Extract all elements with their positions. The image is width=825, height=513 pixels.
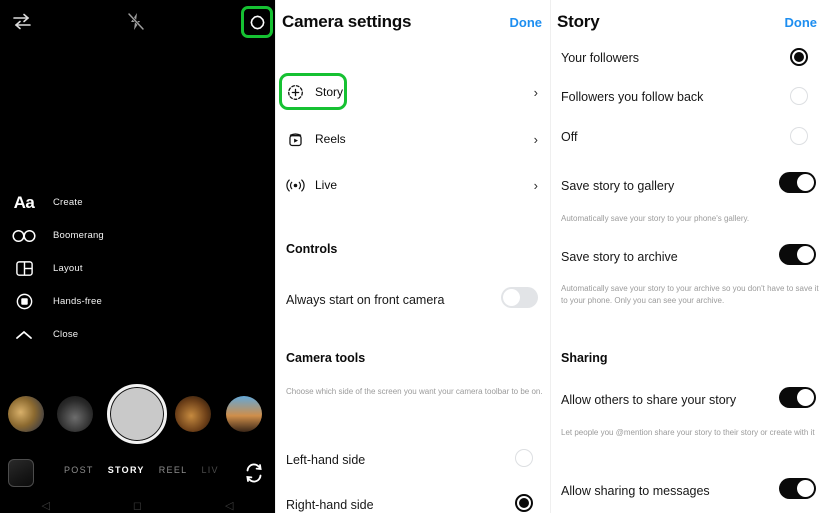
settings-row-label: Live xyxy=(315,178,338,192)
nav-hint-recents-icon: ◁ xyxy=(225,500,234,512)
flip-camera-icon[interactable] xyxy=(242,461,266,485)
camera-tool-create[interactable]: Aa Create xyxy=(0,186,150,219)
toggle-knob xyxy=(797,174,814,191)
settings-row-reels[interactable]: Reels › xyxy=(275,122,550,156)
settings-row-label: Story xyxy=(315,85,344,99)
chevron-right-icon: › xyxy=(533,131,538,147)
save-story-to-archive-label: Save story to archive xyxy=(561,250,678,264)
live-broadcast-icon xyxy=(284,177,306,194)
flash-off-icon[interactable] xyxy=(122,8,150,36)
allow-sharing-messages-label: Allow sharing to messages xyxy=(561,484,710,498)
controls-heading: Controls xyxy=(286,242,338,256)
left-hand-side-radio[interactable] xyxy=(515,449,533,467)
camera-tool-close[interactable]: Close xyxy=(0,318,150,351)
layout-icon xyxy=(8,257,40,281)
front-camera-label: Always start on front camera xyxy=(286,293,445,307)
sharing-heading: Sharing xyxy=(561,351,608,365)
page-title: Camera settings xyxy=(282,12,412,31)
right-hand-side-radio[interactable] xyxy=(515,494,533,512)
story-header: Story Done xyxy=(550,0,825,44)
nav-hint-back-icon: ◁ xyxy=(41,500,50,512)
camera-tool-label: Hands-free xyxy=(53,296,102,307)
allow-others-share-label: Allow others to share your story xyxy=(561,393,737,407)
three-panel-screenshot: Aa Create Boomerang Layout Hands-free Cl… xyxy=(0,0,825,513)
camera-tool-label: Close xyxy=(53,329,79,340)
effect-thumbnail[interactable] xyxy=(226,396,262,432)
chevron-right-icon: › xyxy=(533,84,538,100)
allow-others-share-toggle[interactable] xyxy=(779,387,816,408)
toggle-knob xyxy=(797,480,814,497)
off-radio[interactable] xyxy=(790,127,808,145)
camera-settings-icon-highlight[interactable] xyxy=(241,6,273,38)
left-hand-side-label: Left-hand side xyxy=(286,453,366,467)
shutter-button[interactable] xyxy=(107,384,167,444)
effects-carousel[interactable] xyxy=(0,384,275,446)
save-story-to-gallery-description: Automatically save your story to your ph… xyxy=(561,214,750,223)
camera-top-bar xyxy=(0,0,275,44)
mode-reel[interactable]: REEL xyxy=(159,465,188,475)
camera-settings-panel: Camera settings Done Story › Reels › Liv… xyxy=(275,0,550,513)
toggle-knob xyxy=(797,389,814,406)
settings-done-button[interactable]: Done xyxy=(510,15,543,30)
off-label: Off xyxy=(561,130,578,144)
save-story-to-archive-toggle[interactable] xyxy=(779,244,816,265)
mode-live[interactable]: LIV xyxy=(201,465,218,475)
story-done-button[interactable]: Done xyxy=(785,15,818,30)
camera-tool-label: Layout xyxy=(53,263,83,274)
camera-viewfinder-panel: Aa Create Boomerang Layout Hands-free Cl… xyxy=(0,0,275,513)
gallery-thumbnail[interactable] xyxy=(8,459,34,487)
toggle-knob xyxy=(797,246,814,263)
page-title: Story xyxy=(557,12,600,31)
save-story-to-gallery-toggle[interactable] xyxy=(779,172,816,193)
switch-camera-icon[interactable] xyxy=(8,8,36,36)
settings-row-story[interactable]: Story › xyxy=(275,75,550,109)
effect-thumbnail[interactable] xyxy=(175,396,211,432)
front-camera-toggle[interactable] xyxy=(501,287,538,308)
camera-tool-boomerang[interactable]: Boomerang xyxy=(0,219,150,252)
followers-you-follow-back-label: Followers you follow back xyxy=(561,90,704,104)
mode-story[interactable]: STORY xyxy=(108,465,145,475)
effect-thumbnail[interactable] xyxy=(57,396,93,432)
hands-free-icon xyxy=(8,290,40,314)
story-settings-panel: Story Done Your followers Followers you … xyxy=(550,0,825,513)
save-story-to-gallery-label: Save story to gallery xyxy=(561,179,675,193)
camera-tool-layout[interactable]: Layout xyxy=(0,252,150,285)
camera-tool-label: Boomerang xyxy=(53,230,104,241)
save-story-to-archive-description: Automatically save your story to your ar… xyxy=(561,284,819,305)
camera-tools-list: Aa Create Boomerang Layout Hands-free Cl… xyxy=(0,186,150,351)
toggle-knob xyxy=(503,289,520,306)
followers-you-follow-back-radio[interactable] xyxy=(790,87,808,105)
allow-sharing-messages-toggle[interactable] xyxy=(779,478,816,499)
settings-row-live[interactable]: Live › xyxy=(275,168,550,202)
camera-tool-hands-free[interactable]: Hands-free xyxy=(0,285,150,318)
camera-tools-description: Choose which side of the screen you want… xyxy=(286,387,543,396)
boomerang-icon xyxy=(8,224,40,248)
camera-mode-bar: POST STORY REEL LIV xyxy=(0,457,275,491)
allow-others-share-description: Let people you @mention share your story… xyxy=(561,428,815,437)
story-plus-icon xyxy=(284,84,306,101)
panel-divider xyxy=(550,0,551,513)
chevron-right-icon: › xyxy=(533,177,538,193)
your-followers-label: Your followers xyxy=(561,51,640,65)
settings-row-label: Reels xyxy=(315,132,346,146)
effect-thumbnail[interactable] xyxy=(8,396,44,432)
system-nav-hints: ◁ ◻ ◁ xyxy=(0,499,275,513)
camera-tools-heading: Camera tools xyxy=(286,351,366,365)
text-create-icon: Aa xyxy=(13,192,35,212)
camera-tool-label: Create xyxy=(53,197,83,208)
chevron-up-close-icon xyxy=(8,323,40,347)
right-hand-side-label: Right-hand side xyxy=(286,498,374,512)
your-followers-radio[interactable] xyxy=(790,48,808,66)
reels-icon xyxy=(284,131,306,148)
mode-post[interactable]: POST xyxy=(64,465,94,475)
mode-selector: POST STORY REEL LIV xyxy=(64,465,219,475)
settings-header: Camera settings Done xyxy=(275,0,550,44)
nav-hint-home-icon: ◻ xyxy=(132,500,143,512)
